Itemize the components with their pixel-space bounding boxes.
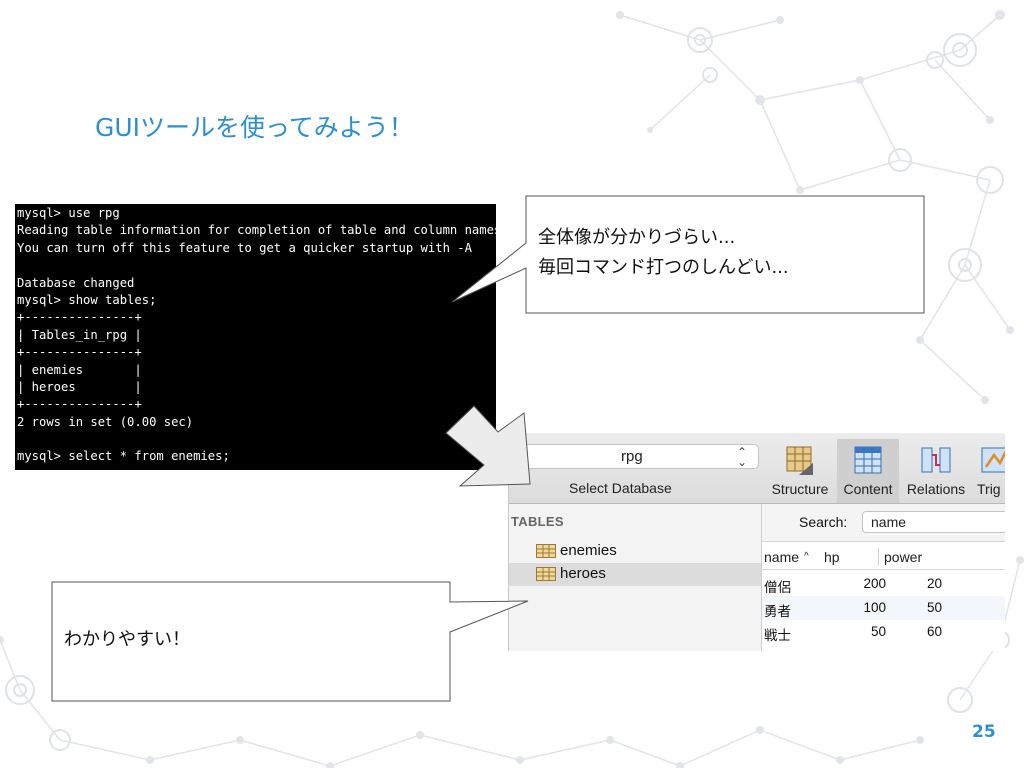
top-callout-line2: 毎回コマンド打つのしんどい... (538, 257, 789, 278)
top-callout-line1: 全体像が分かりづらい... (538, 227, 736, 248)
bottom-callout-text: わかりやすい！ (64, 629, 190, 650)
big-arrow-icon (445, 405, 531, 487)
page-number: 25 (972, 722, 996, 742)
